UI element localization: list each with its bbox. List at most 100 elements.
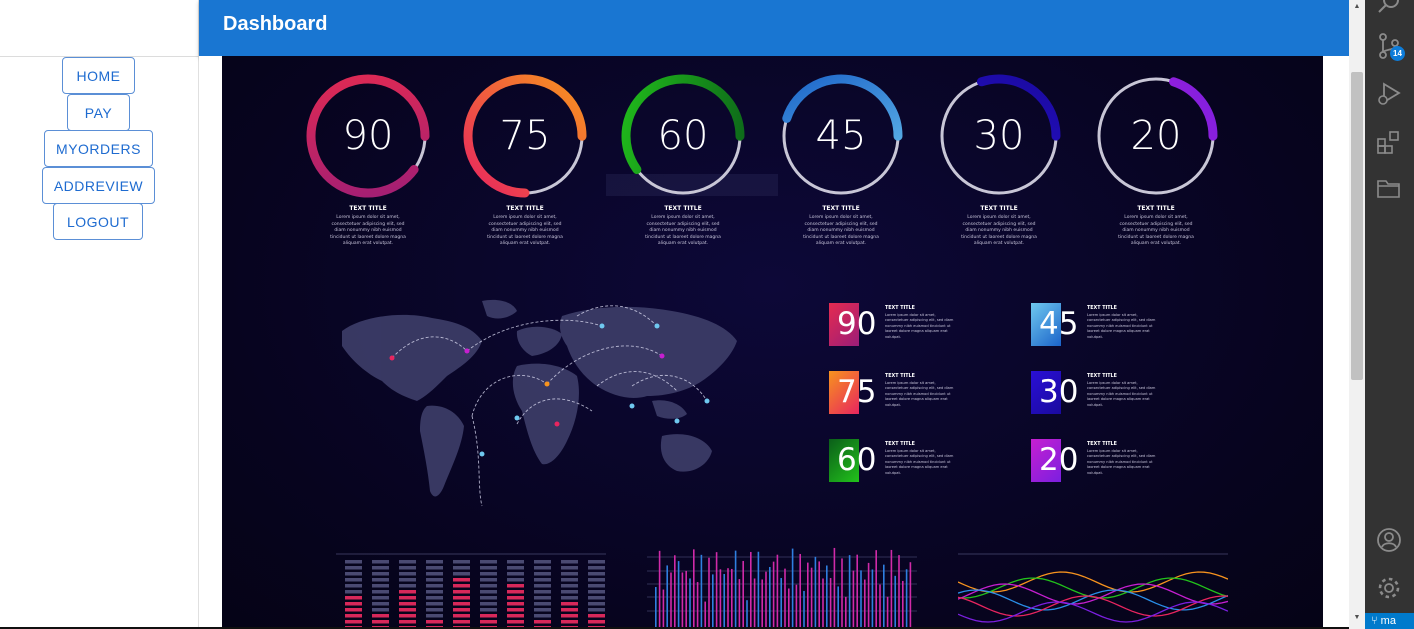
bar-segment: [453, 620, 470, 624]
spike-bar: [829, 578, 832, 629]
bar-segment: [372, 614, 389, 618]
bar-segment: [561, 590, 578, 594]
scroll-up-arrow[interactable]: ▲: [1349, 0, 1365, 14]
location-marker: [659, 353, 665, 359]
location-marker: [464, 348, 470, 354]
bar-segment: [534, 578, 551, 582]
stat-block-3: 75 TEXT TITLE Lorem ipsum dolor sit amet…: [829, 371, 1029, 417]
bar-segment: [345, 560, 362, 564]
bar-segment: [561, 602, 578, 606]
world-map: [342, 299, 737, 507]
run-debug-icon[interactable]: [1375, 80, 1403, 108]
stat-title: TEXT TITLE: [885, 442, 915, 447]
account-icon[interactable]: [1375, 526, 1403, 554]
bar-segment: [372, 602, 389, 606]
bar-segment: [561, 560, 578, 564]
bar-segment: [480, 608, 497, 612]
bar-segment: [534, 590, 551, 594]
bar-segment: [534, 596, 551, 600]
spike-bar: [890, 549, 893, 629]
nav-addreview-button[interactable]: ADDREVIEW: [42, 167, 155, 204]
bar-segment: [507, 620, 524, 624]
gauge-text: Lorem ipsum dolor sit amet, consectetuer…: [645, 215, 721, 246]
status-bar-branch[interactable]: ⑂ ma: [1365, 613, 1414, 629]
asia-shape: [559, 306, 737, 398]
spike-bar: [712, 574, 714, 629]
spike-bar: [685, 570, 687, 629]
explorer-icon[interactable]: [1375, 174, 1403, 202]
gauge-text: Lorem ipsum dolor sit amet, consectetuer…: [961, 215, 1037, 246]
spike-bar: [662, 589, 665, 629]
bar-segment: [507, 608, 524, 612]
spike-bar-graphic: [647, 547, 917, 629]
spike-bar: [738, 579, 741, 629]
gauge-text: Lorem ipsum dolor sit amet, consectetuer…: [803, 215, 879, 246]
spike-bar: [689, 578, 691, 629]
nav-myorders-button[interactable]: MYORDERS: [44, 130, 153, 167]
bar-segment: [345, 578, 362, 582]
bar-segment: [588, 578, 605, 582]
bar-segment: [399, 566, 416, 570]
spike-bar: [841, 558, 843, 629]
nav-home-button[interactable]: HOME: [62, 57, 135, 94]
scroll-down-arrow[interactable]: ▼: [1349, 611, 1365, 625]
spike-bar: [727, 568, 729, 629]
spike-bar: [719, 569, 722, 629]
stat-title: TEXT TITLE: [885, 374, 915, 379]
bar-segment: [345, 602, 362, 606]
spike-bar: [814, 556, 817, 629]
stat-value: 30: [1039, 374, 1079, 410]
spike-bar: [776, 554, 779, 629]
spike-bar: [746, 600, 748, 629]
bar-segment: [480, 614, 497, 618]
extensions-icon[interactable]: [1375, 128, 1403, 156]
location-marker: [479, 451, 485, 457]
gauge-title: TEXT TITLE: [980, 205, 1018, 212]
spike-bar: [818, 561, 820, 629]
stat-text: Lorem ipsum dolor sit amet, consectetuer…: [1087, 313, 1156, 339]
bar-segment: [453, 602, 470, 606]
bar-segment: [399, 578, 416, 582]
scrollbar-thumb[interactable]: [1351, 72, 1363, 380]
nav-pay-button[interactable]: PAY: [67, 94, 130, 131]
search-icon[interactable]: [1375, 0, 1403, 16]
spike-bar: [715, 552, 718, 629]
bar-segment: [480, 578, 497, 582]
location-marker: [514, 415, 520, 421]
bar-segment: [453, 578, 470, 582]
bar-segment: [426, 590, 443, 594]
spike-bar: [902, 580, 904, 629]
gauge-value: 60: [657, 113, 709, 159]
gauge-text: Lorem ipsum dolor sit amet, consectetuer…: [330, 215, 406, 246]
settings-gear-icon[interactable]: [1375, 574, 1403, 602]
bar-segment: [507, 614, 524, 618]
gauge-title: TEXT TITLE: [506, 205, 544, 212]
nav-logout-button[interactable]: LOGOUT: [53, 203, 143, 240]
spike-bar: [791, 548, 794, 629]
bar-segment: [372, 566, 389, 570]
bar-segment: [426, 584, 443, 588]
spike-bar: [852, 570, 855, 629]
bar-segment: [399, 620, 416, 624]
spike-bar: [700, 554, 703, 629]
location-marker: [544, 381, 550, 387]
bar-segment: [345, 584, 362, 588]
bar-segment: [345, 608, 362, 612]
bar-segment: [480, 560, 497, 564]
greenland-shape: [482, 299, 517, 319]
gauge-value: 90: [342, 113, 394, 159]
bar-segment: [453, 596, 470, 600]
bar-segment: [588, 620, 605, 624]
bar-segment: [372, 608, 389, 612]
bar-segment: [372, 560, 389, 564]
spike-bar: [731, 568, 733, 629]
branch-label: ma: [1380, 615, 1396, 627]
bar-segment: [453, 560, 470, 564]
gauge-title: TEXT TITLE: [664, 205, 702, 212]
bar-segment: [426, 608, 443, 612]
flight-path: [471, 415, 483, 507]
gauge-value: 75: [499, 113, 551, 159]
bar-segment: [480, 572, 497, 576]
bar-segment: [588, 566, 605, 570]
stat-block-5: 60 TEXT TITLE Lorem ipsum dolor sit amet…: [829, 439, 1029, 485]
